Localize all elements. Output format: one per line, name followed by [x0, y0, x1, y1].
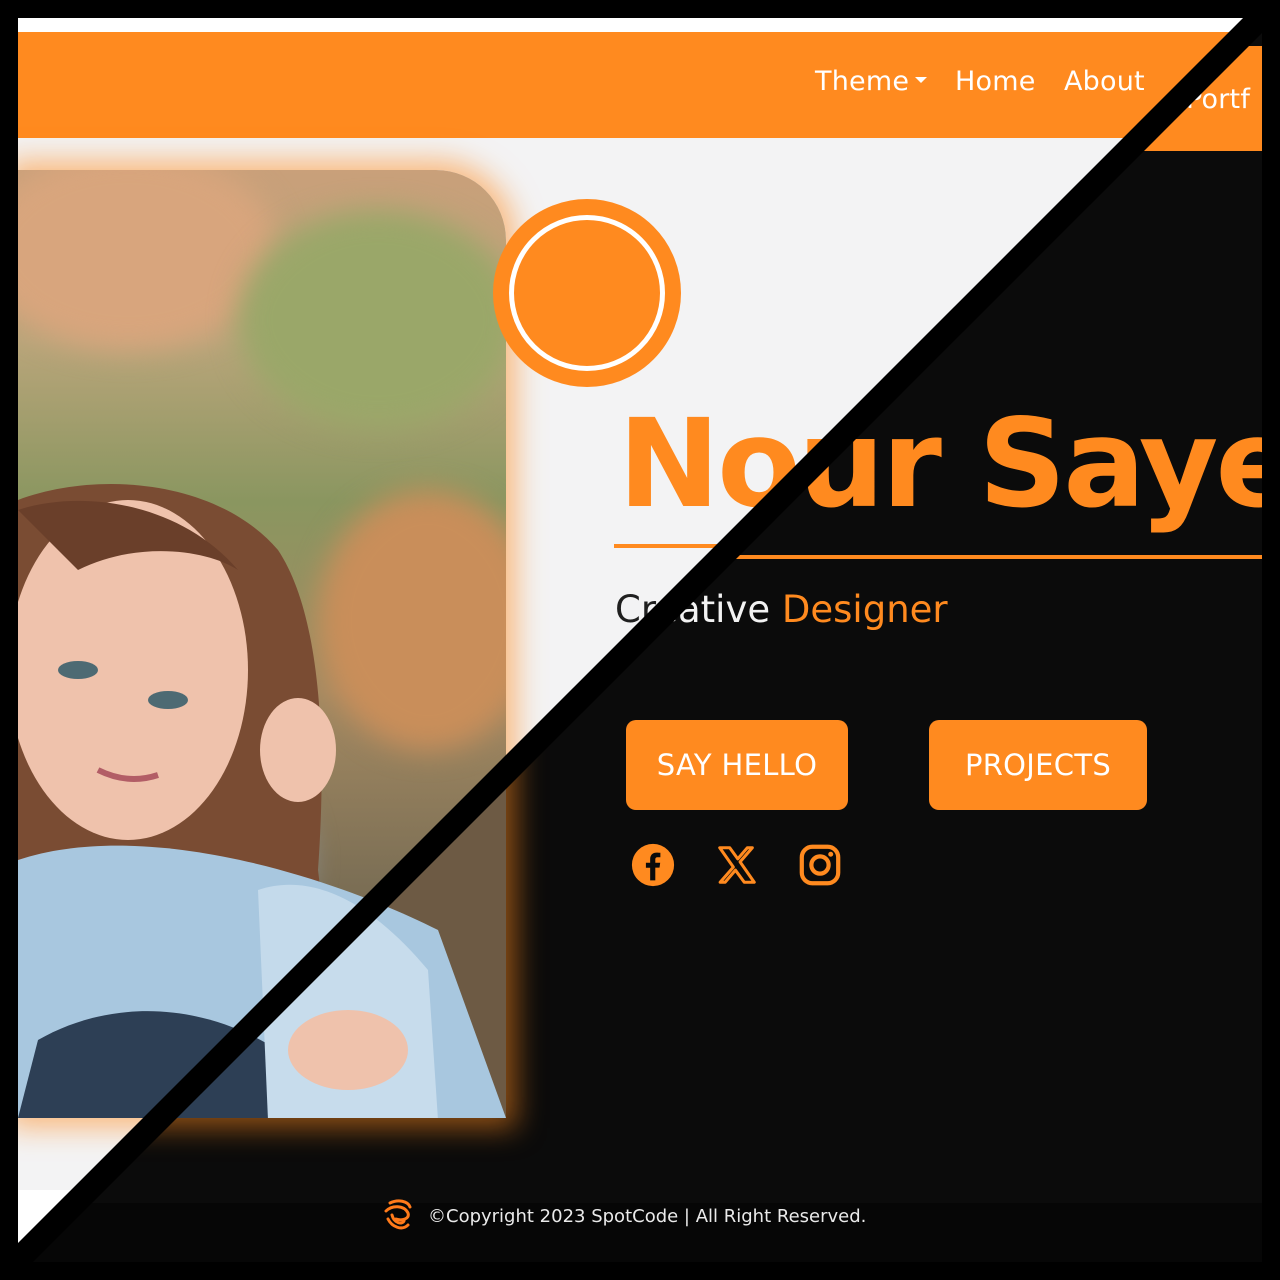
decorative-circle	[493, 199, 681, 387]
projects-button[interactable]: PROJECTS	[929, 720, 1147, 810]
subtitle-word-designer-dark: Designer	[781, 588, 948, 631]
instagram-icon[interactable]	[797, 842, 843, 888]
facebook-icon[interactable]	[630, 842, 676, 888]
spotcode-logo-icon	[384, 1199, 412, 1230]
caret-down-icon	[915, 76, 928, 83]
x-icon[interactable]	[714, 842, 760, 888]
say-hello-button[interactable]: SAY HELLO	[626, 720, 848, 810]
nav-about[interactable]: About	[1064, 66, 1145, 97]
nav-portfolio[interactable]: Portf	[1186, 84, 1250, 115]
nav-theme-label: Theme	[815, 66, 910, 97]
top-strip	[18, 18, 1262, 32]
nav-theme-dropdown[interactable]: Theme	[815, 66, 928, 97]
nav-home[interactable]: Home	[955, 66, 1036, 97]
navbar: Theme Home About	[18, 32, 1262, 138]
footer-copyright: ©Copyright 2023 SpotCode | All Right Res…	[428, 1206, 867, 1227]
